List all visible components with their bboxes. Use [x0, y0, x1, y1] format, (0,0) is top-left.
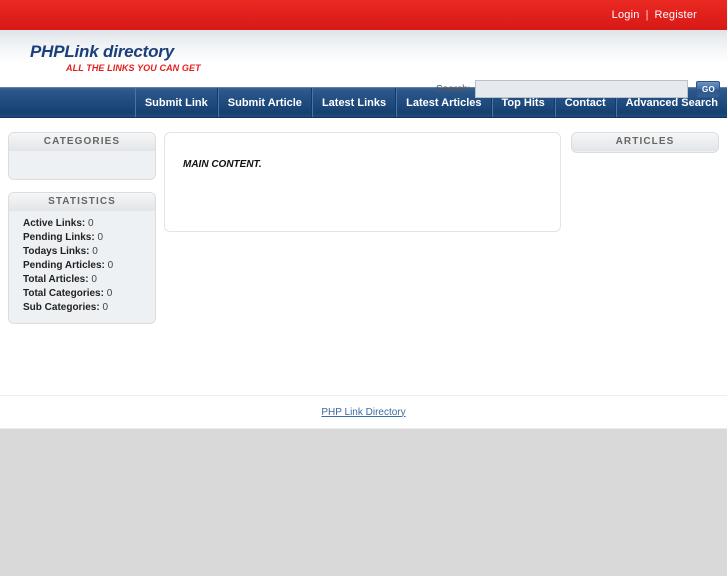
logo-title: PHPLink directory: [30, 42, 174, 61]
categories-panel-title: CATEGORIES: [9, 133, 155, 151]
login-link[interactable]: Login: [612, 9, 640, 21]
stat-label: Pending Links:: [23, 232, 95, 243]
search-input[interactable]: [475, 80, 689, 98]
stat-row-total-articles: Total Articles: 0: [19, 273, 147, 287]
statistics-panel-title: STATISTICS: [9, 193, 155, 211]
stat-row-active-links: Active Links: 0: [19, 217, 147, 231]
stat-value: 0: [92, 246, 98, 257]
search-go-button[interactable]: GO: [696, 80, 721, 98]
left-sidebar: CATEGORIES STATISTICS Active Links: 0 Pe…: [8, 132, 156, 361]
page-background-fill: [0, 429, 727, 576]
stat-value: 0: [97, 232, 104, 243]
main-content-box: MAIN CONTENT.: [164, 132, 561, 232]
stat-label: Pending Articles:: [23, 260, 105, 271]
stat-value: 0: [88, 218, 94, 229]
stat-row-total-categories: Total Categories: 0: [19, 287, 147, 301]
stat-label: Active Links:: [23, 218, 86, 229]
stat-label: Total Categories:: [23, 288, 104, 299]
stat-value: 0: [102, 302, 109, 313]
statistics-panel: STATISTICS Active Links: 0 Pending Links…: [8, 192, 156, 324]
search-area: Search: GO: [436, 80, 721, 98]
right-sidebar: ARTICLES: [571, 132, 719, 361]
site-header: PHPLink directory ALL THE LINKS YOU CAN …: [0, 30, 727, 98]
top-utility-bar: Login | Register: [0, 0, 727, 30]
stat-label: Sub Categories:: [23, 302, 100, 313]
articles-panel-body: [572, 151, 718, 152]
page-root: Login | Register PHPLink directory ALL T…: [0, 0, 727, 576]
site-footer: PHP Link Directory: [0, 396, 727, 429]
articles-panel: ARTICLES: [571, 132, 719, 153]
stat-value: 0: [107, 260, 114, 271]
nav-item-submit-link[interactable]: Submit Link: [134, 88, 218, 117]
main-content-text: MAIN CONTENT.: [183, 159, 262, 170]
register-link[interactable]: Register: [654, 9, 697, 21]
topbar-separator: |: [645, 9, 649, 21]
statistics-panel-body: Active Links: 0 Pending Links: 0 Todays …: [9, 211, 155, 323]
stat-value: 0: [91, 274, 97, 285]
stat-label: Todays Links:: [23, 246, 90, 257]
stat-label: Total Articles:: [23, 274, 89, 285]
site-logo[interactable]: PHPLink directory ALL THE LINKS YOU CAN …: [30, 42, 330, 74]
footer-link-php-link-directory[interactable]: PHP Link Directory: [321, 407, 405, 418]
stat-row-sub-categories: Sub Categories: 0: [19, 301, 147, 315]
stat-row-todays-links: Todays Links: 0: [19, 245, 147, 259]
search-label: Search:: [436, 83, 471, 95]
articles-panel-title: ARTICLES: [572, 133, 718, 151]
stat-row-pending-articles: Pending Articles: 0: [19, 259, 147, 273]
nav-item-latest-links[interactable]: Latest Links: [311, 88, 397, 117]
content-region: CATEGORIES STATISTICS Active Links: 0 Pe…: [0, 118, 727, 361]
categories-panel-body: [9, 151, 155, 179]
stat-value: 0: [106, 288, 113, 299]
main-column: MAIN CONTENT.: [156, 132, 571, 361]
logo-tagline: ALL THE LINKS YOU CAN GET: [66, 63, 201, 73]
categories-panel: CATEGORIES: [8, 132, 156, 180]
nav-item-submit-article[interactable]: Submit Article: [217, 88, 312, 117]
stat-row-pending-links: Pending Links: 0: [19, 231, 147, 245]
